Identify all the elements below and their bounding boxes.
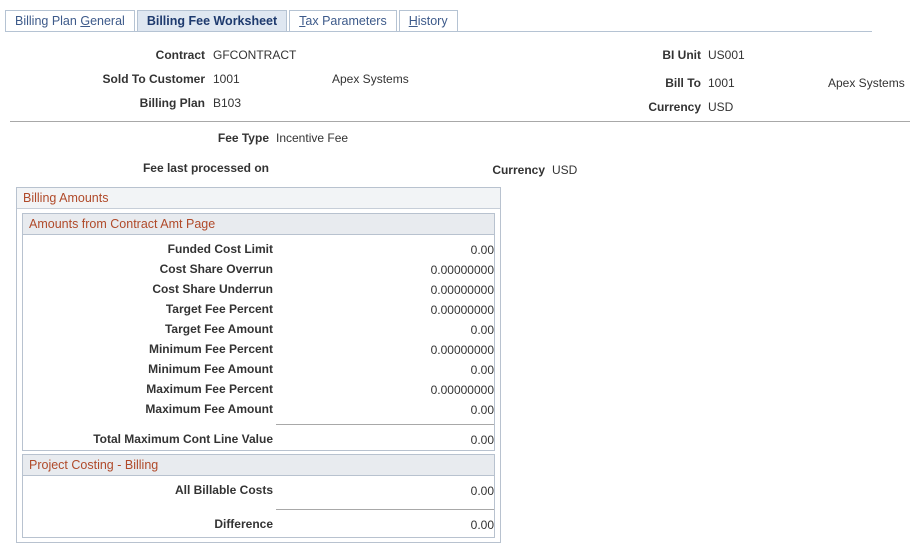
- tab-label-rest: istory: [417, 14, 448, 28]
- contract-amounts-title: Amounts from Contract Amt Page: [22, 213, 495, 235]
- target-fee-percent-value: 0.00000000: [430, 303, 494, 317]
- tab-label-rest: eneral: [90, 14, 125, 28]
- all-billable-costs-value: 0.00: [470, 484, 494, 498]
- tab-billing-fee-worksheet[interactable]: Billing Fee Worksheet: [136, 10, 288, 32]
- tab-tax-parameters[interactable]: Tax Parameters: [289, 10, 397, 31]
- fee-last-processed-label: Fee last processed on: [142, 161, 269, 175]
- bill-to-name: Apex Systems: [828, 76, 905, 90]
- fee-currency-value: USD: [552, 163, 578, 177]
- bill-to-id: 1001: [708, 76, 735, 90]
- all-billable-costs-label: All Billable Costs: [174, 483, 273, 497]
- cost-share-underrun-label: Cost Share Underrun: [152, 282, 273, 296]
- bi-unit-value: US001: [708, 48, 745, 62]
- sold-to-customer-id: 1001: [213, 72, 240, 86]
- maximum-fee-amount-value: 0.00: [470, 403, 494, 417]
- sold-to-customer-label: Sold To Customer: [102, 72, 205, 86]
- total-max-cont-line-label: Total Maximum Cont Line Value: [93, 432, 273, 446]
- fee-type-label: Fee Type: [217, 131, 269, 145]
- tab-accesskey: H: [408, 14, 418, 28]
- tab-bar: Billing Plan General Billing Fee Workshe…: [5, 10, 458, 32]
- fee-type-value: Incentive Fee: [276, 131, 349, 145]
- tab-label-rest: ax Parameters: [305, 14, 387, 28]
- tab-accesskey: G: [80, 14, 91, 28]
- bi-unit-label: BI Unit: [662, 48, 701, 62]
- total-max-cont-line-value: 0.00: [470, 433, 494, 447]
- billing-plan-label: Billing Plan: [139, 96, 205, 110]
- contract-value: GFCONTRACT: [213, 48, 297, 62]
- cost-share-overrun-value: 0.00000000: [430, 263, 494, 277]
- billing-amounts-title: Billing Amounts: [17, 188, 500, 209]
- contract-label: Contract: [155, 48, 205, 62]
- tab-history[interactable]: History: [398, 10, 458, 31]
- minimum-fee-amount-label: Minimum Fee Amount: [148, 362, 273, 376]
- billing-amounts-group: Billing Amounts Amounts from Contract Am…: [16, 187, 501, 543]
- minimum-fee-amount-value: 0.00: [470, 363, 494, 377]
- tab-divider: [5, 31, 872, 32]
- minimum-fee-percent-label: Minimum Fee Percent: [148, 342, 273, 356]
- difference-label: Difference: [214, 517, 273, 531]
- funded-cost-limit-value: 0.00: [470, 243, 494, 257]
- target-fee-percent-label: Target Fee Percent: [165, 302, 273, 316]
- difference-value: 0.00: [470, 518, 494, 532]
- billing-plan-value: B103: [213, 96, 242, 110]
- tab-label: Billing Fee Worksheet: [146, 14, 278, 28]
- tab-billing-plan-general[interactable]: Billing Plan General: [5, 10, 135, 31]
- cost-share-overrun-label: Cost Share Overrun: [159, 262, 273, 276]
- target-fee-amount-value: 0.00: [470, 323, 494, 337]
- total-divider: [276, 424, 494, 425]
- fee-currency-label: Currency: [492, 163, 545, 177]
- tab-label: Billing Plan: [15, 14, 81, 28]
- difference-divider: [276, 509, 494, 510]
- maximum-fee-amount-label: Maximum Fee Amount: [145, 402, 273, 416]
- currency-label: Currency: [648, 100, 701, 114]
- cost-share-underrun-value: 0.00000000: [430, 283, 494, 297]
- currency-value: USD: [708, 100, 734, 114]
- section-divider: [10, 121, 910, 122]
- target-fee-amount-label: Target Fee Amount: [164, 322, 273, 336]
- sold-to-customer-name: Apex Systems: [332, 72, 409, 86]
- maximum-fee-percent-label: Maximum Fee Percent: [146, 382, 273, 396]
- bill-to-label: Bill To: [665, 76, 701, 90]
- maximum-fee-percent-value: 0.00000000: [430, 383, 494, 397]
- funded-cost-limit-label: Funded Cost Limit: [167, 242, 273, 256]
- minimum-fee-percent-value: 0.00000000: [430, 343, 494, 357]
- project-costing-title: Project Costing - Billing: [22, 454, 495, 476]
